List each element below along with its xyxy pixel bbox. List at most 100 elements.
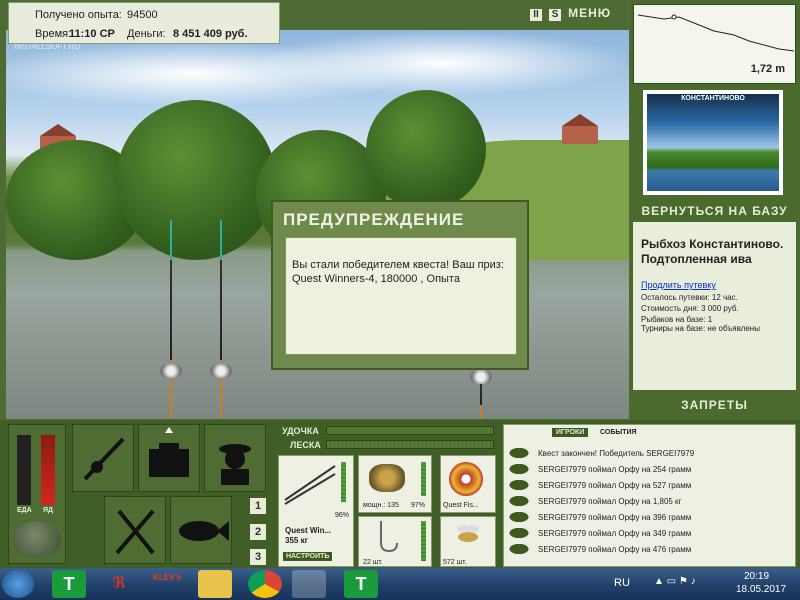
fishing-rod-1[interactable] [170, 220, 172, 419]
tab-events[interactable]: СОБЫТИЯ [600, 429, 637, 436]
log-text: SERGEI7979 поймал Орфу на 349 грамм [538, 528, 692, 538]
bait-count: 572 шт. [443, 559, 467, 566]
rod-gauge [326, 426, 494, 435]
setup-button[interactable]: НАСТРОИТЬ [283, 552, 333, 561]
log-entry: SERGEI7979 поймал Орфу на 1,805 кг [508, 493, 793, 509]
log-entry: SERGEI7979 поймал Орфу на 527 грамм [508, 477, 793, 493]
taskbar-folder-icon[interactable] [198, 570, 232, 598]
tray-icons[interactable]: ▲ ▭ ⚑ ♪ [654, 576, 696, 587]
bans-button[interactable]: ЗАПРЕТЫ [633, 398, 796, 412]
tab-players[interactable]: ИГРОКИ [552, 428, 589, 437]
tackle-box-tile[interactable] [138, 424, 200, 492]
line-gauge [326, 440, 494, 449]
language-indicator[interactable]: RU [614, 577, 630, 589]
extend-license-link[interactable]: Продлить путевку [641, 280, 716, 290]
taskbar-app-rr-icon[interactable]: ℜ [102, 570, 136, 598]
event-log: ИГРОКИ СОБЫТИЯ Квест закончен! Победител… [503, 424, 796, 567]
rod-wear-bar [341, 462, 346, 502]
rods-tile[interactable] [72, 424, 134, 492]
fisherman-tile[interactable] [204, 424, 266, 492]
log-text: SERGEI7979 поймал Орфу на 476 грамм [538, 544, 692, 554]
reel-pct: 97% [411, 502, 426, 509]
location-info: Рыбхоз Константиново. Подтопленная ива П… [633, 222, 796, 390]
fish-catch-tile[interactable] [170, 496, 232, 564]
license-left: Осталось путевки: 12 час. [641, 293, 738, 302]
fish-icon [179, 521, 229, 541]
fish-icon [508, 543, 530, 555]
fishing-rod-2[interactable] [220, 220, 222, 419]
dialog-title: ПРЕДУПРЕЖДЕНИЕ [283, 210, 465, 229]
time-value: 11:10 СР [69, 28, 115, 40]
menu-button[interactable]: МЕНЮ [568, 6, 611, 20]
log-entry: Квест закончен! Победитель SERGEI7979 [508, 445, 793, 461]
fish-icon [508, 479, 530, 491]
house-right-roof [562, 114, 598, 126]
sound-button[interactable]: S [549, 9, 562, 21]
log-text: SERGEI7979 поймал Орфу на 396 грамм [538, 512, 692, 522]
start-button[interactable] [2, 570, 34, 598]
rod-slot[interactable]: 96% Quest Win... 355 кг НАСТРОИТЬ [278, 455, 354, 567]
rod-gauge-label: УДОЧКА [282, 426, 319, 436]
rod-icon [83, 437, 125, 481]
rod-slot-3-button[interactable]: 3 [250, 549, 266, 565]
rod-slot-2-button[interactable]: 2 [250, 524, 266, 540]
taskbar-app-t2[interactable]: T [344, 570, 378, 598]
rod-weight: 355 кг [285, 536, 308, 545]
money-label: Деньги: [127, 28, 166, 40]
hook-slot[interactable]: 22 шт. [358, 516, 432, 567]
fork-knife-icon [115, 509, 155, 555]
return-base-button[interactable]: ВЕРНУТЬСЯ НА БАЗУ [633, 204, 796, 218]
log-text: SERGEI7979 поймал Орфу на 254 грамм [538, 464, 692, 474]
tree [366, 90, 486, 210]
line-name: Quest Fis... [443, 502, 479, 509]
taskbar-app-t1[interactable]: T [52, 570, 86, 598]
pause-button[interactable]: II [530, 9, 542, 21]
reel-slot[interactable]: мощн.: 135 97% [358, 455, 432, 513]
taskbar-game-icon[interactable] [292, 570, 326, 598]
log-text: SERGEI7979 поймал Орфу на 1,805 кг [538, 496, 682, 506]
log-text: SERGEI7979 поймал Орфу на 527 грамм [538, 480, 692, 490]
time-label: Время: [35, 28, 72, 40]
clock-date[interactable]: 18.05.2017 [736, 584, 786, 595]
poison-label: ЯД [43, 507, 54, 514]
fish-icon [508, 463, 530, 475]
line-gauge-label: ЛЕСКА [290, 440, 321, 450]
reel-power: мощн.: 135 [363, 502, 399, 509]
line-slot[interactable]: Quest Fis... [440, 455, 496, 513]
location-image-title: КОНСТАНТИНОВО [681, 95, 745, 102]
food-tile[interactable] [104, 496, 166, 564]
bait-slot[interactable]: 572 шт. [440, 516, 496, 567]
day-cost: Стоимость дня: 3 000 руб. [641, 304, 739, 313]
log-entry: SERGEI7979 поймал Орфу на 349 грамм [508, 525, 793, 541]
fishers-count: Рыбаков на базе: 1 [641, 315, 713, 324]
line-spool-icon [449, 462, 483, 496]
rod-pct: 96% [335, 512, 350, 519]
lake-picture [647, 94, 779, 191]
rod-image-icon [284, 465, 336, 505]
reel-3-icon [470, 370, 492, 384]
log-entry: SERGEI7979 поймал Орфу на 476 грамм [508, 541, 793, 557]
top-controls: II S МЕНЮ [530, 6, 625, 26]
hook-icon [380, 521, 398, 553]
log-entry: SERGEI7979 поймал Орфу на 396 грамм [508, 509, 793, 525]
exp-value: 94500 [127, 9, 158, 21]
clock-time[interactable]: 20:19 [744, 571, 769, 582]
tournaments-info: Турниры на базе: не объявлены [641, 324, 760, 333]
clouds [6, 30, 629, 140]
taskbar-chrome-icon[interactable] [248, 570, 282, 598]
log-entry: SERGEI7979 поймал Орфу на 254 грамм [508, 461, 793, 477]
warning-dialog: ПРЕДУПРЕЖДЕНИЕ Вы стали победителем квес… [271, 200, 529, 370]
fish-icon [508, 447, 530, 459]
house-left-roof [40, 124, 76, 136]
fish-icon [508, 511, 530, 523]
cauldron-icon[interactable] [13, 521, 61, 557]
taskbar: T ℜ KLEV 5 T RU ▲ ▭ ⚑ ♪ 20:19 18.05.2017 [0, 568, 800, 600]
stats-tile: ЕДА ЯД [8, 424, 66, 564]
tree [116, 100, 276, 260]
status-panel: Получено опыта: 94500 Время: 11:10 СР Де… [8, 2, 280, 44]
hook-count-bar [421, 521, 426, 561]
taskbar-app-klev[interactable]: KLEV 5 [150, 570, 184, 598]
reel-1-icon [160, 364, 182, 378]
rod-name: Quest Win... [285, 526, 332, 535]
rod-slot-1-button[interactable]: 1 [250, 498, 266, 514]
